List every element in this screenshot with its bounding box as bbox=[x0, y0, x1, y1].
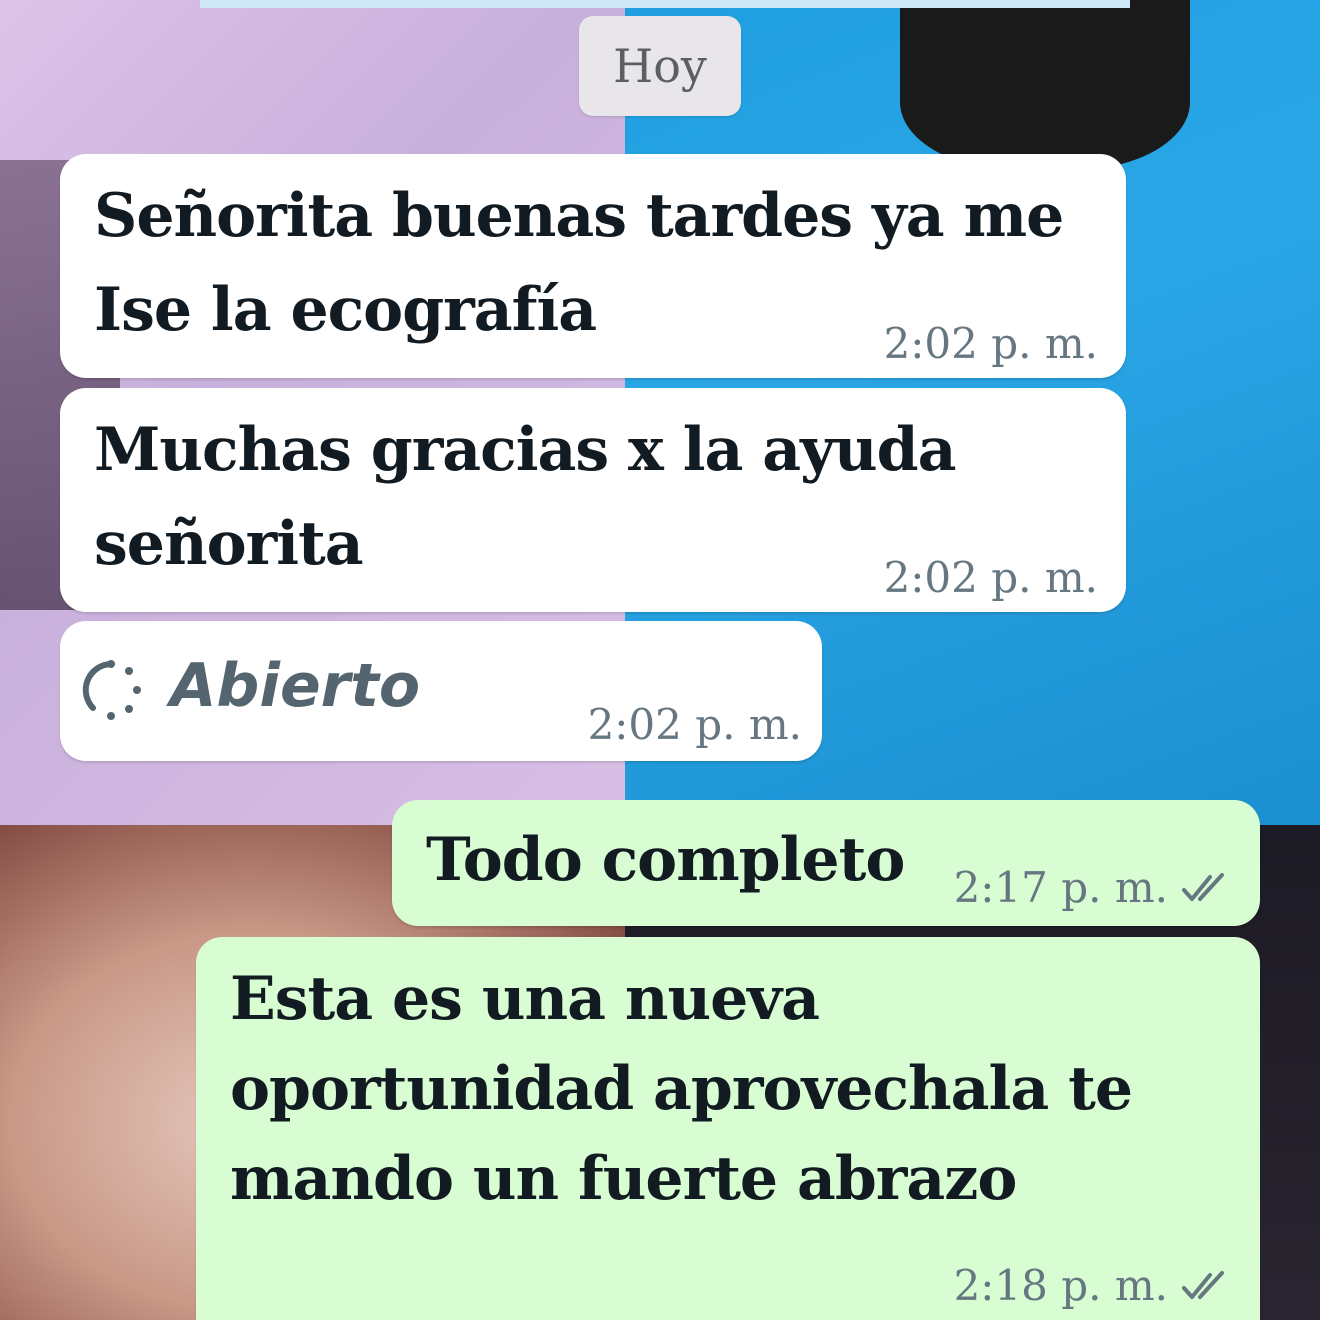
message-meta: 2:02 p. m. bbox=[884, 553, 1098, 602]
date-chip: Hoy bbox=[579, 16, 741, 116]
message-meta: 2:02 p. m. bbox=[588, 700, 802, 749]
message-time: 2:18 p. m. bbox=[953, 1261, 1168, 1310]
double-check-icon bbox=[1182, 1270, 1224, 1299]
message-text-line: Muchas gracias x la ayuda bbox=[94, 415, 956, 485]
message-text-line: señorita bbox=[94, 509, 364, 579]
wallpaper-top-strip bbox=[200, 0, 1130, 8]
message-bubble-status[interactable]: Abierto 2:02 p. m. bbox=[60, 621, 822, 761]
message-meta: 2:18 p. m. bbox=[954, 1261, 1232, 1310]
message-time: 2:17 p. m. bbox=[953, 863, 1168, 912]
message-bubble-outgoing[interactable]: Esta es una nueva oportunidad aprovechal… bbox=[196, 937, 1260, 1320]
message-text-line: Todo completo bbox=[426, 825, 905, 895]
double-check-icon bbox=[1182, 872, 1224, 901]
message-time: 2:02 p. m. bbox=[883, 553, 1098, 602]
message-time: 2:02 p. m. bbox=[587, 700, 802, 749]
message-bubble-outgoing[interactable]: Todo completo 2:17 p. m. bbox=[392, 800, 1260, 926]
message-text-line: Esta es una nueva bbox=[230, 964, 820, 1034]
status-text: Abierto bbox=[170, 651, 421, 721]
message-text-line: Ise la ecografía bbox=[94, 275, 597, 345]
loading-circle-icon bbox=[82, 660, 141, 720]
wallpaper-collar bbox=[900, 0, 1190, 170]
message-bubble-incoming[interactable]: Señorita buenas tardes ya me Ise la ecog… bbox=[60, 154, 1126, 378]
message-bubble-incoming[interactable]: Muchas gracias x la ayuda señorita 2:02 … bbox=[60, 388, 1126, 612]
message-text-line: oportunidad aprovechala te bbox=[230, 1054, 1133, 1124]
message-time: 2:02 p. m. bbox=[883, 319, 1098, 368]
message-meta: 2:02 p. m. bbox=[884, 319, 1098, 368]
message-meta: 2:17 p. m. bbox=[954, 863, 1232, 912]
message-text-line: Señorita buenas tardes ya me bbox=[94, 181, 1064, 251]
message-text-line: mando un fuerte abrazo bbox=[230, 1144, 1017, 1214]
